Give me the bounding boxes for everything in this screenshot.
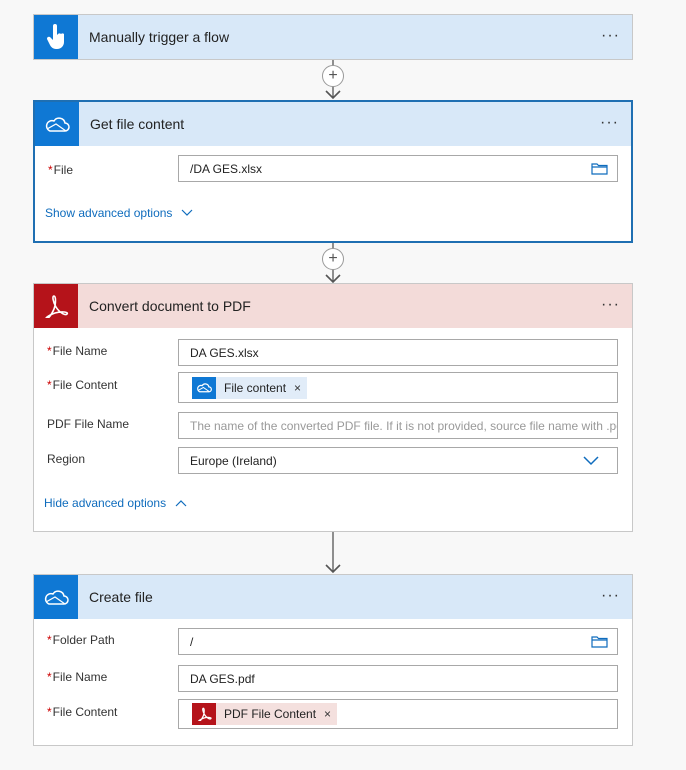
- onedrive-icon: [34, 575, 78, 619]
- step-get-file-content[interactable]: Get file content ··· *File /DA GES.xlsx …: [33, 100, 633, 243]
- plus-icon: +: [328, 67, 338, 84]
- add-step-button[interactable]: +: [322, 248, 344, 270]
- field-label: Region: [47, 452, 86, 466]
- chevron-down-icon: [182, 209, 193, 216]
- more-options-icon[interactable]: ···: [601, 297, 620, 313]
- add-step-button[interactable]: +: [322, 65, 344, 87]
- folder-icon[interactable]: [591, 635, 608, 651]
- step-connector: +: [320, 243, 346, 283]
- file-content-input[interactable]: File content ×: [178, 372, 618, 403]
- step-header[interactable]: Get file content ···: [35, 102, 631, 146]
- field-label: *Folder Path: [47, 633, 115, 647]
- file-name-value: DA GES.xlsx: [190, 345, 259, 360]
- remove-token-icon[interactable]: ×: [324, 707, 331, 721]
- step-convert-document-to-pdf[interactable]: Convert document to PDF ··· *File Name D…: [33, 283, 633, 532]
- step-connector: [320, 532, 346, 574]
- step-header[interactable]: Create file ···: [34, 575, 632, 619]
- step-manual-trigger[interactable]: Manually trigger a flow ···: [33, 14, 633, 60]
- field-label: *File Name: [47, 344, 108, 358]
- touch-hand-icon: [34, 15, 78, 59]
- field-label: *File: [48, 163, 74, 177]
- field-label: *File Name: [47, 670, 108, 684]
- file-name-input[interactable]: DA GES.pdf: [178, 665, 618, 692]
- link-label: Show advanced options: [45, 206, 173, 220]
- link-label: Hide advanced options: [44, 496, 167, 510]
- step-header[interactable]: Manually trigger a flow ···: [34, 15, 632, 59]
- adobe-pdf-icon: [34, 284, 78, 328]
- file-content-input[interactable]: PDF File Content ×: [178, 699, 618, 729]
- file-name-input[interactable]: DA GES.xlsx: [178, 339, 618, 366]
- step-title: Convert document to PDF: [89, 298, 251, 314]
- more-options-icon[interactable]: ···: [601, 588, 620, 604]
- field-label: *File Content: [47, 705, 118, 719]
- folder-path-input[interactable]: /: [178, 628, 618, 655]
- pdf-file-name-input[interactable]: The name of the converted PDF file. If i…: [178, 412, 618, 439]
- file-value: /DA GES.xlsx: [190, 161, 263, 176]
- plus-icon: +: [328, 250, 338, 267]
- step-create-file[interactable]: Create file ··· *Folder Path / *File Nam…: [33, 574, 633, 746]
- more-options-icon[interactable]: ···: [600, 115, 619, 131]
- dynamic-content-token[interactable]: File content ×: [192, 376, 308, 399]
- step-title: Get file content: [90, 116, 185, 132]
- onedrive-icon: [35, 102, 79, 146]
- token-label: PDF File Content: [224, 707, 317, 721]
- folder-path-value: /: [190, 634, 194, 649]
- file-input[interactable]: /DA GES.xlsx: [178, 155, 618, 182]
- folder-icon[interactable]: [591, 162, 608, 178]
- chevron-down-icon: [583, 456, 599, 466]
- token-label: File content: [224, 380, 287, 395]
- hide-advanced-options-link[interactable]: Hide advanced options: [44, 496, 187, 510]
- placeholder-text: The name of the converted PDF file. If i…: [190, 418, 618, 433]
- chevron-up-icon: [175, 500, 187, 507]
- region-select[interactable]: Europe (Ireland): [178, 447, 618, 474]
- region-value: Europe (Ireland): [190, 453, 277, 468]
- step-title: Create file: [89, 589, 153, 605]
- remove-token-icon[interactable]: ×: [294, 381, 301, 395]
- show-advanced-options-link[interactable]: Show advanced options: [45, 206, 193, 220]
- field-label: PDF File Name: [47, 417, 130, 431]
- more-options-icon[interactable]: ···: [601, 28, 620, 44]
- field-label: *File Content: [47, 378, 118, 392]
- dynamic-content-token[interactable]: PDF File Content ×: [192, 703, 338, 725]
- onedrive-icon: [192, 376, 216, 399]
- step-title: Manually trigger a flow: [89, 29, 230, 45]
- step-header[interactable]: Convert document to PDF ···: [34, 284, 632, 328]
- step-connector: +: [320, 60, 346, 100]
- file-name-value: DA GES.pdf: [190, 671, 255, 686]
- adobe-pdf-icon: [192, 703, 216, 725]
